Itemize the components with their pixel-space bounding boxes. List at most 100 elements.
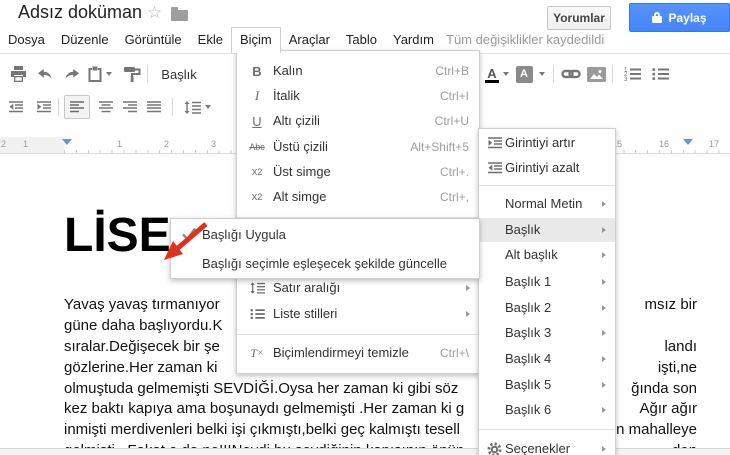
submenu-item-heading6[interactable]: Başlık 6 (479, 398, 615, 422)
indent-increase-icon (37, 101, 51, 113)
menu-bar: Dosya Düzenle Görüntüle Ekle Biçim Araçl… (0, 27, 442, 53)
clipboard-icon (88, 66, 102, 82)
annotation-arrow-icon (164, 222, 208, 260)
text-color-button[interactable]: A (482, 62, 502, 86)
menu-item-clear-formatting[interactable]: T × Biçimlendirmeyi temizle Ctrl+\ (237, 341, 479, 365)
align-justify-button[interactable] (142, 95, 166, 119)
menu-item-bold[interactable]: B Kalın Ctrl+B (237, 59, 479, 83)
numbered-list-icon: 123 (624, 68, 641, 81)
align-center-icon (99, 101, 113, 113)
submenu-arrow-icon (602, 227, 606, 233)
text-line: işti,ne (657, 359, 697, 376)
menu-yardim[interactable]: Yardım (385, 27, 442, 53)
share-button[interactable]: Paylaş (629, 3, 730, 32)
submenu-arrow-icon (602, 407, 606, 413)
submenu-item-normal-text[interactable]: Normal Metin (479, 192, 615, 216)
indent-increase-icon (486, 135, 503, 151)
menu-goruntule[interactable]: Görüntüle (117, 27, 190, 53)
menu-item-label: Alt simge (273, 189, 327, 204)
indent-decrease-icon (486, 160, 503, 176)
insert-link-button[interactable] (559, 62, 583, 86)
line-spacing-button[interactable] (180, 95, 204, 119)
submenu-item-indent-decrease[interactable]: Girintiyi azalt (479, 156, 615, 180)
gear-icon (486, 441, 503, 455)
insert-image-button[interactable] (584, 62, 608, 86)
text-line: n mahalleye (616, 421, 697, 438)
line-spacing-icon (245, 276, 269, 300)
submenu-item-label: Başlık 4 (505, 351, 552, 366)
submenu-item-label: Girintiyi azalt (505, 160, 580, 175)
list-styles-icon (245, 302, 269, 326)
image-icon (586, 66, 606, 82)
text-line: Yavaş yavaş tırmanıyor (64, 296, 220, 313)
menu-item-strikethrough[interactable]: Abc Üstü çizili Alt+Shift+5 (237, 135, 479, 159)
save-status: Tüm değişiklikler kaydedildi (446, 32, 605, 47)
left-margin-marker[interactable] (62, 139, 72, 145)
menu-shortcut: Ctrl+\ (439, 346, 469, 360)
menu-araclar[interactable]: Araçlar (281, 27, 338, 53)
highlight-color-dropdown[interactable] (536, 62, 548, 86)
indent-increase-button[interactable] (32, 95, 56, 119)
text-line: olmuştuda gelmemişti SEVDİĞİ.Oysa her za… (64, 380, 459, 397)
indent-decrease-button[interactable] (4, 95, 28, 119)
submenu-item-heading4[interactable]: Başlık 4 (479, 347, 615, 371)
submenu-item-heading5[interactable]: Başlık 5 (479, 373, 615, 397)
submenu-item-label: Alt başlık (505, 247, 558, 262)
menu-item-list-styles[interactable]: Liste stilleri (237, 302, 479, 326)
submenu-item-label: Girintiyi artır (505, 135, 576, 150)
highlight-color-button[interactable]: A (514, 62, 534, 86)
submenu-item-subtitle[interactable]: Alt başlık (479, 243, 615, 267)
text-line: ğında son (631, 380, 697, 397)
paste-dropdown[interactable] (103, 62, 115, 86)
menu-dosya[interactable]: Dosya (0, 27, 53, 53)
ruler-number: 1 (23, 139, 29, 149)
line-spacing-dropdown[interactable] (202, 95, 214, 119)
right-margin-marker[interactable] (683, 139, 693, 145)
bulleted-list-button[interactable] (648, 62, 672, 86)
italic-icon: I (254, 88, 260, 103)
comments-button[interactable]: Yorumlar (547, 6, 611, 30)
indent-decrease-icon (9, 101, 23, 113)
menu-shortcut: Alt+Shift+5 (410, 140, 469, 154)
align-left-button[interactable] (64, 95, 90, 119)
undo-button[interactable] (33, 62, 57, 86)
menu-item-label: Üstü çizili (273, 139, 328, 154)
menu-item-underline[interactable]: U Altı çizili Ctrl+U (237, 109, 479, 133)
star-icon[interactable]: ☆ (147, 3, 162, 23)
underline-icon: U (252, 113, 262, 129)
submenu-item-heading1[interactable]: Başlık 1 (479, 270, 615, 294)
menu-item-label: Liste stilleri (273, 306, 338, 321)
menu-tablo[interactable]: Tablo (338, 27, 385, 53)
submenu-item-title[interactable]: Başlık (479, 218, 615, 242)
text-color-dropdown[interactable] (500, 62, 512, 86)
menu-duzenle[interactable]: Düzenle (53, 27, 117, 53)
submenu-item-options[interactable]: Seçenekler (479, 437, 615, 455)
menu-item-subscript[interactable]: x2 Alt simge Ctrl+, (237, 185, 479, 209)
submenu-item-indent-increase[interactable]: Girintiyi artır (479, 131, 615, 155)
print-icon (10, 66, 26, 82)
folder-icon[interactable] (171, 7, 188, 21)
redo-button[interactable] (59, 62, 83, 86)
menu-bicim[interactable]: Biçim (230, 27, 281, 53)
line-spacing-icon (184, 100, 201, 114)
submenu-item-heading3[interactable]: Başlık 3 (479, 321, 615, 345)
submenu-item-heading2[interactable]: Başlık 2 (479, 296, 615, 320)
submenu-item-label: Başlık (505, 222, 541, 237)
styles-selector[interactable]: Başlık (156, 62, 202, 86)
menu-ekle[interactable]: Ekle (190, 27, 231, 53)
toolbar-separator (172, 98, 173, 116)
menu-item-line-spacing[interactable]: Satır aralığı (237, 276, 479, 300)
document-title[interactable]: Adsız doküman (18, 2, 142, 23)
link-icon (561, 69, 581, 79)
superscript-icon: x2 (251, 166, 263, 178)
paint-format-button[interactable] (120, 62, 144, 86)
subscript-icon: x2 (251, 191, 263, 203)
align-right-button[interactable] (118, 95, 142, 119)
toolbar-separator (553, 65, 554, 83)
print-button[interactable] (6, 62, 30, 86)
text-line: landı (664, 338, 697, 355)
menu-item-italic[interactable]: I İtalik Ctrl+I (237, 84, 479, 108)
numbered-list-button[interactable]: 123 (620, 62, 644, 86)
menu-item-superscript[interactable]: x2 Üst simge Ctrl+. (237, 160, 479, 184)
align-center-button[interactable] (94, 95, 118, 119)
